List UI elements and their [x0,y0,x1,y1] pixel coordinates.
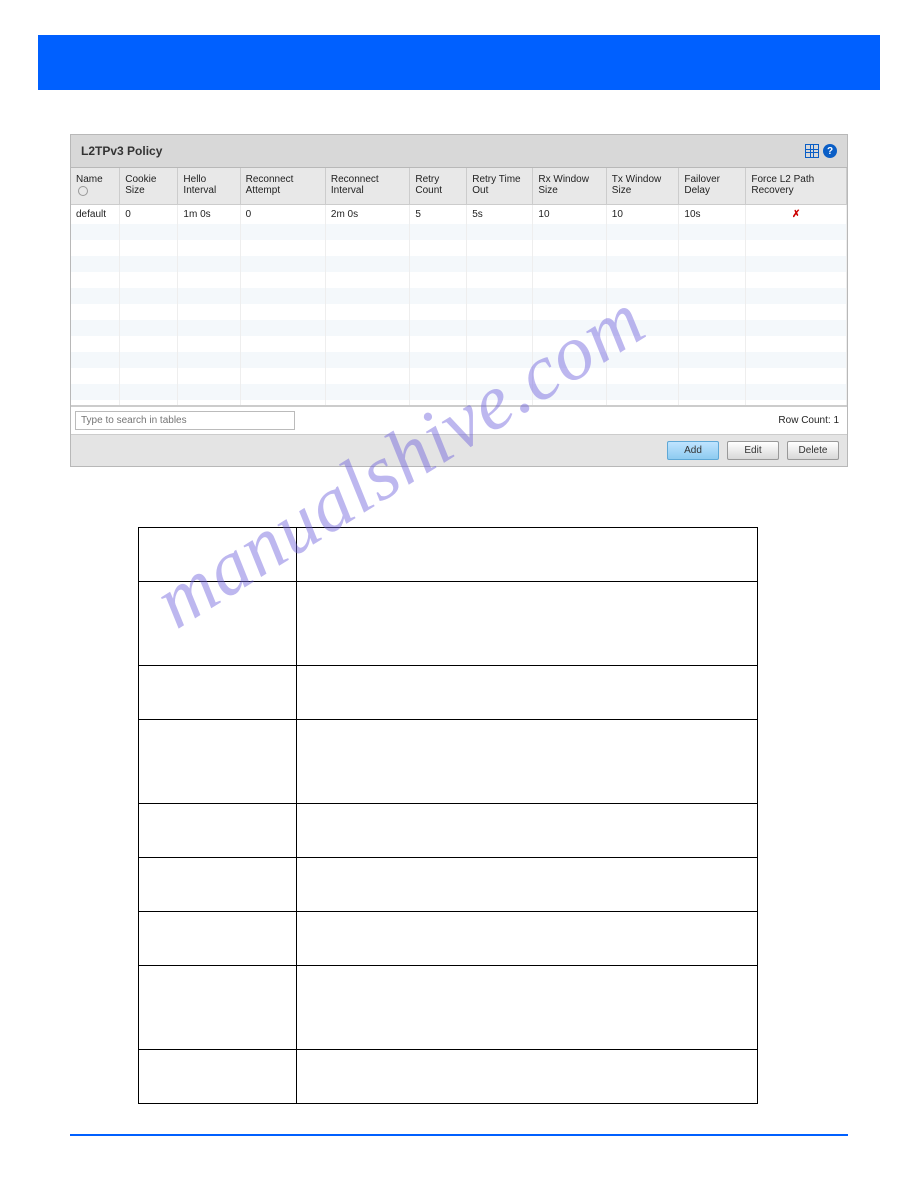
table-row [71,368,847,384]
table-row [71,256,847,272]
desc-row [139,528,758,582]
policy-table: Name Cookie Size Hello Interval Reconnec… [71,168,847,406]
cell-rx-window: 10 [533,205,606,225]
table-row [71,240,847,256]
search-input[interactable] [75,411,295,430]
desc-row [139,582,758,666]
col-header-hello-interval[interactable]: Hello Interval [178,168,240,205]
edit-button[interactable]: Edit [727,441,779,460]
table-row [71,272,847,288]
cell-failover-delay: 10s [679,205,746,225]
row-count-value: 1 [833,415,839,426]
col-header-rx-window[interactable]: Rx Window Size [533,168,606,205]
col-header-retry-timeout[interactable]: Retry Time Out [467,168,533,205]
panel-title-text: L2TPv3 Policy [81,144,162,158]
l2tpv3-policy-panel: L2TPv3 Policy ? Name Cookie Size Hello I… [70,134,848,467]
table-footer: Row Count: 1 [71,406,847,434]
col-header-retry-count[interactable]: Retry Count [410,168,467,205]
desc-row [139,966,758,1050]
col-header-cookie-size[interactable]: Cookie Size [120,168,178,205]
cell-retry-timeout: 5s [467,205,533,225]
panel-title-bar: L2TPv3 Policy ? [71,135,847,168]
sort-asc-icon[interactable] [78,186,88,196]
table-options-icon[interactable] [805,144,819,158]
table-row [71,352,847,368]
table-row [71,320,847,336]
button-row: Add Edit Delete [71,434,847,466]
col-header-force-l2[interactable]: Force L2 Path Recovery [746,168,847,205]
col-header-tx-window[interactable]: Tx Window Size [606,168,679,205]
table-row [71,288,847,304]
col-header-reconnect-attempt[interactable]: Reconnect Attempt [240,168,325,205]
desc-row [139,666,758,720]
desc-row [139,720,758,804]
col-header-failover-delay[interactable]: Failover Delay [679,168,746,205]
desc-row [139,804,758,858]
table-row[interactable]: default 0 1m 0s 0 2m 0s 5 5s 10 10 10s ✗ [71,205,847,225]
row-count-label: Row Count: [778,415,830,426]
description-table [138,527,758,1104]
desc-row [139,912,758,966]
desc-row [139,858,758,912]
cell-hello-interval: 1m 0s [178,205,240,225]
table-row [71,224,847,240]
row-count: Row Count: 1 [778,415,839,426]
desc-row [139,1050,758,1104]
col-header-reconnect-interval[interactable]: Reconnect Interval [325,168,409,205]
cell-name: default [71,205,120,225]
policy-table-container: Name Cookie Size Hello Interval Reconnec… [71,168,847,406]
delete-button[interactable]: Delete [787,441,839,460]
cell-retry-count: 5 [410,205,467,225]
footer-rule [70,1134,848,1136]
cell-cookie-size: 0 [120,205,178,225]
add-button[interactable]: Add [667,441,719,460]
cell-reconnect-attempt: 0 [240,205,325,225]
table-row [71,384,847,400]
help-icon[interactable]: ? [823,144,837,158]
table-header-row: Name Cookie Size Hello Interval Reconnec… [71,168,847,205]
page-header-bar [38,35,880,90]
cell-reconnect-interval: 2m 0s [325,205,409,225]
table-row [71,336,847,352]
table-row [71,400,847,406]
cell-force-l2: ✗ [746,205,847,225]
cell-tx-window: 10 [606,205,679,225]
col-header-name[interactable]: Name [71,168,120,205]
table-row [71,304,847,320]
col-header-name-label: Name [76,174,103,185]
